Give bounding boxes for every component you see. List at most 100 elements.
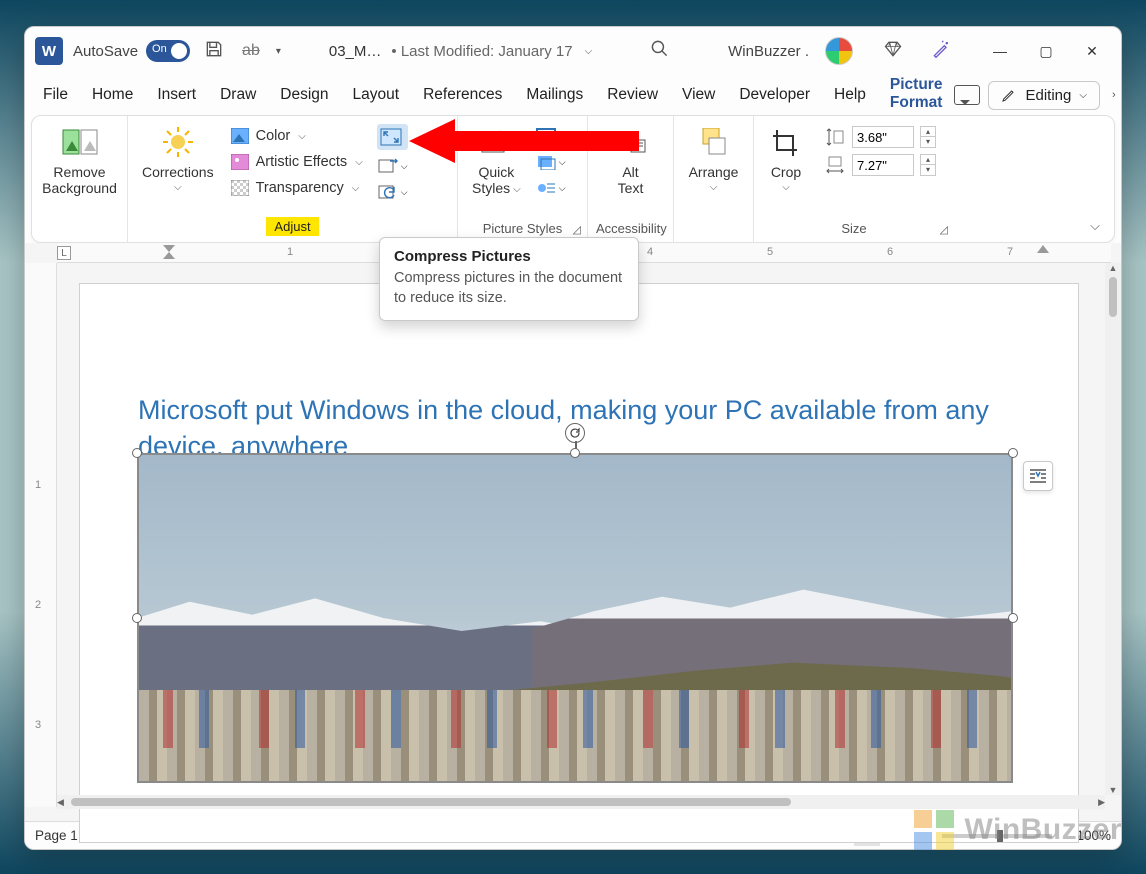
resize-handle-ne[interactable] (1008, 448, 1018, 458)
scroll-left-icon[interactable]: ◀ (57, 797, 64, 808)
autosave-toggle[interactable]: On (146, 40, 190, 62)
search-icon[interactable] (640, 39, 679, 63)
maximize-button[interactable]: ▢ (1023, 33, 1069, 69)
picture-layout-icon (535, 178, 557, 198)
title-dropdown-icon[interactable]: ⌵ (585, 46, 593, 57)
tabs-overflow-icon[interactable]: › (1108, 89, 1120, 101)
color-icon (230, 126, 250, 146)
tab-insert[interactable]: Insert (145, 78, 208, 112)
height-control[interactable]: ▴▾ (824, 126, 936, 148)
scroll-thumb-h[interactable] (71, 798, 791, 806)
minimize-button[interactable]: — (977, 33, 1023, 69)
zoom-level[interactable]: 100% (1076, 828, 1111, 843)
first-line-indent-icon[interactable] (163, 245, 175, 262)
qat-more-icon[interactable]: ▾ (274, 46, 283, 57)
selected-image[interactable] (137, 453, 1013, 783)
crop-button[interactable]: Crop ⌵ (762, 122, 810, 195)
alt-text-button[interactable]: Alt Text (596, 122, 665, 198)
zoom-knob[interactable] (997, 830, 1003, 842)
diamond-icon[interactable] (877, 35, 909, 68)
tab-references[interactable]: References (411, 78, 514, 112)
reset-picture-button[interactable]: ⌵ (377, 182, 408, 202)
size-dialog-icon[interactable]: ◿ (940, 223, 948, 236)
alt-text-icon (613, 124, 649, 160)
width-input[interactable] (852, 154, 914, 176)
corrections-button[interactable]: Corrections ⌵ (136, 122, 220, 195)
right-indent-icon[interactable] (1037, 245, 1049, 256)
height-input[interactable] (852, 126, 914, 148)
tooltip-body: Compress pictures in the document to red… (394, 269, 624, 308)
artistic-effects-button[interactable]: Artistic Effects⌵ (230, 150, 363, 174)
arrange-button[interactable]: Arrange ⌵ (682, 122, 745, 195)
remove-background-button[interactable]: Remove Background (40, 122, 119, 198)
ribbon-picture-format: Remove Background Corrections ⌵ (31, 115, 1115, 243)
save-icon[interactable] (200, 39, 228, 64)
quick-styles-icon (478, 124, 514, 160)
picture-effects-button[interactable]: ⌵ (535, 152, 566, 172)
height-spinner[interactable]: ▴▾ (920, 126, 936, 148)
group-label-size: Size (762, 219, 946, 240)
ruler-vertical[interactable]: 1 2 3 (25, 263, 57, 807)
width-spinner[interactable]: ▴▾ (920, 154, 936, 176)
zoom-slider[interactable] (942, 834, 1052, 838)
resize-handle-n[interactable] (570, 448, 580, 458)
word-window: W AutoSave On ab ▾ 03_M… • Last Modified… (24, 26, 1122, 850)
resize-handle-e[interactable] (1008, 613, 1018, 623)
crop-label: Crop (771, 164, 801, 180)
scroll-up-icon[interactable]: ▲ (1108, 263, 1118, 273)
last-modified: • Last Modified: January 17 (391, 43, 572, 60)
ruler-mark: 6 (887, 246, 893, 258)
group-size: Crop ⌵ ▴▾ ▴▾ (754, 116, 954, 242)
picture-styles-dialog-icon[interactable]: ◿ (573, 223, 581, 236)
close-button[interactable]: ✕ (1069, 33, 1115, 69)
user-avatar[interactable] (825, 37, 853, 65)
transparency-button[interactable]: Transparency⌵ (230, 176, 363, 200)
width-control[interactable]: ▴▾ (824, 154, 936, 176)
color-button[interactable]: Color⌵ (230, 124, 363, 148)
resize-handle-nw[interactable] (132, 448, 142, 458)
ruler-mark: 4 (647, 246, 653, 258)
reset-picture-icon (377, 182, 399, 202)
tab-view[interactable]: View (670, 78, 727, 112)
user-name[interactable]: WinBuzzer . (728, 43, 809, 60)
tab-file[interactable]: File (31, 78, 80, 112)
tab-mailings[interactable]: Mailings (514, 78, 595, 112)
scroll-thumb-v[interactable] (1109, 277, 1117, 317)
change-picture-button[interactable]: ⌵ (377, 156, 408, 176)
strikethrough-quick-icon[interactable]: ab (238, 42, 264, 60)
tab-help[interactable]: Help (822, 78, 878, 112)
resize-handle-w[interactable] (132, 613, 142, 623)
tab-review[interactable]: Review (595, 78, 670, 112)
tab-design[interactable]: Design (268, 78, 340, 112)
scrollbar-vertical[interactable]: ▲ ▼ (1105, 263, 1121, 795)
ruler-vmark: 2 (35, 599, 41, 611)
quick-styles-l1: Quick (478, 164, 514, 180)
layout-options-button[interactable] (1023, 461, 1053, 491)
scrollbar-horizontal[interactable]: ◀ ▶ (57, 795, 1105, 809)
autosave-control[interactable]: AutoSave On (73, 40, 190, 62)
picture-border-button[interactable]: ⌵ (535, 126, 566, 146)
group-label-adjust: Adjust (266, 217, 318, 236)
scroll-right-icon[interactable]: ▶ (1098, 797, 1105, 808)
tab-layout[interactable]: Layout (341, 78, 412, 112)
ribbon-collapse-icon[interactable]: ⌵ (1090, 218, 1100, 234)
ribbon-tabs: File Home Insert Draw Design Layout Refe… (25, 75, 1121, 115)
picture-layout-button[interactable]: ⌵ (535, 178, 566, 198)
compress-pictures-button[interactable] (377, 124, 408, 150)
transparency-label: Transparency (256, 180, 344, 196)
tab-selector[interactable]: L (57, 246, 71, 260)
tab-developer[interactable]: Developer (727, 78, 822, 112)
document-name[interactable]: 03_M… (329, 43, 382, 60)
editing-mode-button[interactable]: Editing ⌵ (988, 81, 1099, 110)
tab-home[interactable]: Home (80, 78, 145, 112)
rotate-handle[interactable] (565, 423, 585, 443)
tab-draw[interactable]: Draw (208, 78, 268, 112)
ruler-mark: 1 (287, 246, 293, 258)
ruler-mark: 7 (1007, 246, 1013, 258)
scroll-down-icon[interactable]: ▼ (1108, 785, 1118, 795)
comments-icon[interactable] (954, 85, 980, 105)
picture-content[interactable] (137, 453, 1013, 783)
wand-icon[interactable] (925, 35, 957, 68)
chevron-down-icon: ⌵ (174, 182, 182, 193)
quick-styles-button[interactable]: Quick Styles⌵ (466, 122, 527, 198)
